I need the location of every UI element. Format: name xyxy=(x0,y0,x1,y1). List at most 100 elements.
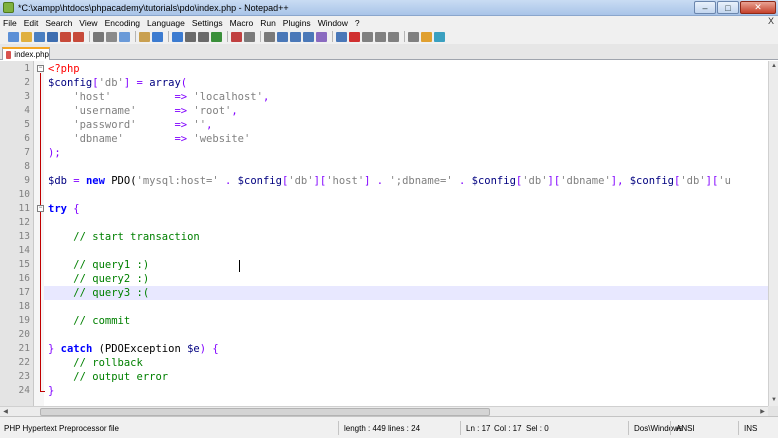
line-number: 21 xyxy=(18,343,30,354)
menu-language[interactable]: Language xyxy=(147,18,185,28)
paste-icon[interactable] xyxy=(139,31,150,42)
menu-run[interactable]: Run xyxy=(260,18,276,28)
code-token: ) { xyxy=(199,343,219,355)
fold-margin[interactable] xyxy=(34,61,44,406)
line-number: 9 xyxy=(24,175,30,186)
play-macro-icon[interactable] xyxy=(375,31,386,42)
word-wrap-icon[interactable] xyxy=(277,31,288,42)
print-icon[interactable] xyxy=(93,31,104,42)
find-icon[interactable] xyxy=(185,31,196,42)
new-file-icon[interactable] xyxy=(8,31,19,42)
record-macro-icon[interactable] xyxy=(349,31,360,42)
code-token: 'localhost' xyxy=(193,91,263,103)
code-line[interactable]: try { xyxy=(48,202,80,216)
horizontal-scroll-thumb[interactable] xyxy=(40,408,490,416)
menu-edit[interactable]: Edit xyxy=(24,18,39,28)
code-line[interactable]: // commit xyxy=(48,314,130,328)
close-document-button[interactable]: X xyxy=(768,16,774,26)
menu-search[interactable]: Search xyxy=(45,18,72,28)
code-token: // rollback xyxy=(48,357,143,369)
line-number: 22 xyxy=(18,357,30,368)
close-all-icon[interactable] xyxy=(73,31,84,42)
code-token: $config xyxy=(629,175,674,187)
zoom-in-icon[interactable] xyxy=(211,31,222,42)
open-file-icon[interactable] xyxy=(21,31,32,42)
code-line[interactable]: 'password' => '', xyxy=(48,118,212,132)
line-number: 7 xyxy=(24,147,30,158)
current-line-highlight xyxy=(44,286,768,300)
save-icon[interactable] xyxy=(34,31,45,42)
fold-guide xyxy=(40,73,41,392)
plugin-icon[interactable] xyxy=(434,31,445,42)
code-line[interactable]: 'host' => 'localhost', xyxy=(48,90,269,104)
code-line[interactable]: // query2 :) xyxy=(48,272,149,286)
doc-map-icon[interactable] xyxy=(336,31,347,42)
code-token: , xyxy=(206,119,213,131)
scroll-left-icon[interactable]: ◀ xyxy=(1,408,10,416)
code-token: (PDOException xyxy=(92,343,188,355)
replace-icon[interactable] xyxy=(198,31,209,42)
cut-icon[interactable] xyxy=(106,31,117,42)
line-number: 11 xyxy=(18,203,30,214)
code-token: // output error xyxy=(48,371,169,383)
all-chars-icon[interactable] xyxy=(290,31,301,42)
close-icon[interactable] xyxy=(60,31,71,42)
code-token: , xyxy=(231,105,238,117)
save-all-icon[interactable] xyxy=(47,31,58,42)
code-token: ] . xyxy=(364,175,390,187)
code-line[interactable]: // rollback xyxy=(48,356,143,370)
code-token: 'website' xyxy=(193,133,251,145)
run-macro-multiple-icon[interactable] xyxy=(388,31,399,42)
line-number: 14 xyxy=(18,245,30,256)
scroll-up-icon[interactable]: ▲ xyxy=(770,62,778,71)
code-token: $db xyxy=(48,175,67,187)
user-lang-icon[interactable] xyxy=(316,31,327,42)
code-line[interactable]: 'username' => 'root', xyxy=(48,104,238,118)
indent-guide-icon[interactable] xyxy=(303,31,314,42)
fold-toggle-icon[interactable]: − xyxy=(37,205,44,212)
minimize-button[interactable]: – xyxy=(694,1,716,14)
code-line[interactable]: // query1 :) xyxy=(48,258,149,272)
toolbar-separator xyxy=(168,31,169,42)
horizontal-scrollbar[interactable]: ◀ ▶ xyxy=(0,406,768,416)
code-line[interactable]: // start transaction xyxy=(48,230,199,244)
code-line[interactable]: $config['db'] = array( xyxy=(48,76,187,90)
menu-window[interactable]: Window xyxy=(318,18,348,28)
code-line[interactable]: // query3 :( xyxy=(48,286,149,300)
close-button[interactable]: ✕ xyxy=(740,1,776,14)
menu-file[interactable]: File xyxy=(3,18,17,28)
sync-v-icon[interactable] xyxy=(244,31,255,42)
sync-h-icon[interactable] xyxy=(264,31,275,42)
toolbar xyxy=(0,29,778,44)
menu-encoding[interactable]: Encoding xyxy=(105,18,140,28)
zoom-out-icon[interactable] xyxy=(231,31,242,42)
save-macro-icon[interactable] xyxy=(408,31,419,42)
code-line[interactable]: ); xyxy=(48,146,61,160)
status-length: length : 449 xyxy=(344,424,386,433)
fold-toggle-icon[interactable]: − xyxy=(37,65,44,72)
copy-icon[interactable] xyxy=(119,31,130,42)
code-line[interactable]: <?php xyxy=(48,62,80,76)
menu-settings[interactable]: Settings xyxy=(192,18,223,28)
menu-help[interactable]: ? xyxy=(355,18,360,28)
code-line[interactable]: } xyxy=(48,384,54,398)
menu-plugins[interactable]: Plugins xyxy=(283,18,311,28)
stop-macro-icon[interactable] xyxy=(362,31,373,42)
code-editor[interactable]: 1 <?php 2 $config['db'] = array(3 'host' =>… xyxy=(0,61,768,406)
tab-index-php[interactable]: index.php xyxy=(2,47,50,60)
maximize-button[interactable]: □ xyxy=(717,1,739,14)
undo-icon[interactable] xyxy=(152,31,163,42)
scroll-down-icon[interactable]: ▼ xyxy=(770,396,778,405)
redo-icon[interactable] xyxy=(172,31,183,42)
line-number: 4 xyxy=(24,105,30,116)
menu-macro[interactable]: Macro xyxy=(230,18,254,28)
vertical-scrollbar[interactable]: ▲ ▼ xyxy=(768,61,778,406)
code-line[interactable]: 'dbname' => 'website' xyxy=(48,132,250,146)
code-line[interactable]: } catch (PDOException $e) { xyxy=(48,342,219,356)
spell-check-icon[interactable] xyxy=(421,31,432,42)
code-line[interactable]: // output error xyxy=(48,370,168,384)
menu-view[interactable]: View xyxy=(79,18,97,28)
scroll-right-icon[interactable]: ▶ xyxy=(758,408,767,416)
code-token: try xyxy=(48,203,67,215)
code-line[interactable]: $db = new PDO('mysql:host=' . $config['d… xyxy=(48,174,731,188)
